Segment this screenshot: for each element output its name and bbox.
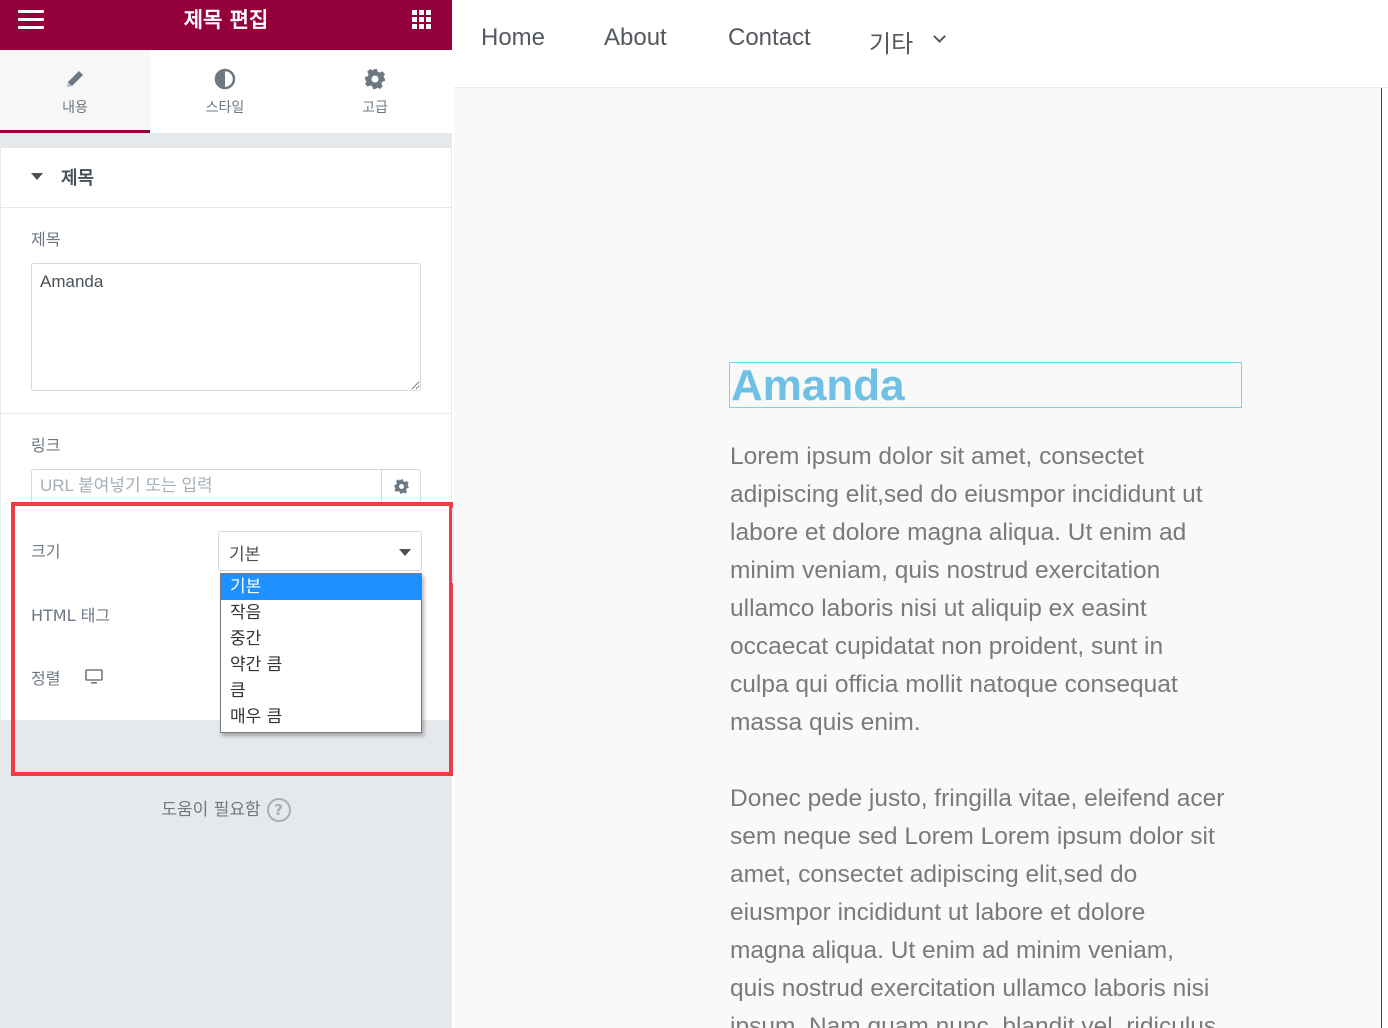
- nav-home[interactable]: Home: [481, 24, 545, 52]
- paragraph-line: ipsum. Nam quam nunc, blandit vel, ridic…: [730, 1013, 1217, 1028]
- site-nav: Home About Contact 기타: [454, 0, 1388, 88]
- help-text: 도움이 필요함: [161, 800, 261, 820]
- tab-style-label: 스타일: [205, 100, 245, 116]
- paragraph-line: labore et dolore magna aliqua. Ut enim a…: [730, 519, 1187, 546]
- title-textarea[interactable]: Amanda: [31, 263, 421, 391]
- tab-content-label: 내용: [62, 100, 88, 116]
- paragraph: Donec pede justo, fringilla vitae, eleif…: [730, 780, 1250, 1028]
- nav-contact[interactable]: Contact: [728, 24, 811, 52]
- gear-icon: [394, 479, 409, 494]
- paragraph-line: amet, consectet adipiscing elit,sed do: [730, 861, 1138, 888]
- tab-content[interactable]: 내용: [0, 50, 150, 133]
- url-input[interactable]: [32, 470, 382, 502]
- panel-header: 제목 편집: [0, 0, 452, 50]
- paragraph-line: Lorem ipsum dolor sit amet, consectet: [730, 443, 1144, 470]
- caret-down-icon: [31, 173, 43, 180]
- half-circle-icon: [214, 68, 236, 90]
- paragraph-line: magna aliqua. Ut enim ad minim veniam,: [730, 937, 1174, 964]
- link-options-button[interactable]: [381, 470, 421, 502]
- highlight-box: [11, 502, 453, 776]
- tab-advanced[interactable]: 고급: [300, 50, 450, 133]
- link-label: 링크: [31, 436, 61, 455]
- paragraph-line: quis nostrud exercitation ullamco labori…: [730, 975, 1210, 1002]
- next-column-edge: [1381, 88, 1388, 1028]
- paragraph-line: adipiscing elit,sed do eiusmpor incididu…: [730, 481, 1203, 508]
- paragraph-line: eiusmpor incididunt ut labore et dolore: [730, 899, 1146, 926]
- panel-title: 제목 편집: [183, 8, 269, 32]
- paragraph: Lorem ipsum dolor sit amet, consectet ad…: [730, 438, 1250, 742]
- gear-icon: [365, 69, 385, 89]
- paragraph-line: sem neque sed Lorem Lorem ipsum dolor si…: [730, 823, 1215, 850]
- section-title-toggle[interactable]: 제목: [1, 148, 451, 208]
- link-field: [31, 469, 421, 503]
- tab-advanced-label: 고급: [362, 100, 388, 116]
- question-icon: ?: [266, 798, 291, 822]
- paragraph-line: Donec pede justo, fringilla vitae, eleif…: [730, 785, 1225, 812]
- paragraph-line: massa quis enim.: [730, 709, 921, 736]
- help-link[interactable]: 도움이 필요함?: [0, 795, 452, 822]
- nav-more[interactable]: 기타: [869, 24, 913, 59]
- paragraph-line: culpa qui officia mollit natoque consequ…: [730, 671, 1178, 698]
- title-label: 제목: [31, 230, 61, 249]
- tab-style[interactable]: 스타일: [150, 50, 300, 133]
- divider: [1, 413, 451, 414]
- heading-widget[interactable]: Amanda: [729, 361, 1242, 410]
- editor-sidebar: 제목 편집 내용 스타일 고급 제목 제목 Amanda 링크 URL 붙여넣기…: [0, 0, 453, 1028]
- nav-about[interactable]: About: [604, 24, 667, 52]
- section-title: 제목: [61, 168, 95, 189]
- heading-text: Amanda: [731, 361, 905, 410]
- paragraph-line: occaecat cupidatat non proident, sunt in: [730, 633, 1164, 660]
- panel-tabs: 내용 스타일 고급: [0, 50, 452, 133]
- pencil-icon: [67, 71, 83, 87]
- paragraph-line: ullamco laboris nisi ut aliquip ex easin…: [730, 595, 1147, 622]
- widgets-grid-icon[interactable]: [412, 10, 431, 29]
- paragraph-line: minim veniam, quis nostrud exercitation: [730, 557, 1161, 584]
